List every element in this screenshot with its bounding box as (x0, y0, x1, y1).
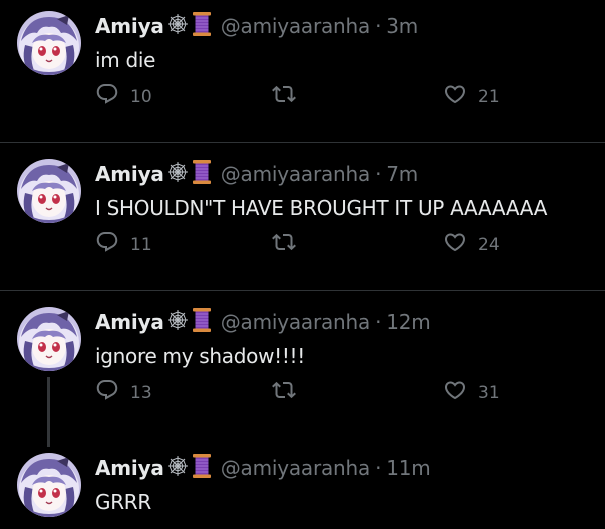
retweet-icon (272, 378, 296, 407)
thread-spool-icon (192, 159, 212, 189)
reply-button[interactable]: 13 (95, 378, 152, 407)
like-button[interactable]: 24 (443, 230, 500, 259)
reply-icon (95, 230, 119, 259)
timestamp[interactable]: 7m (386, 162, 418, 186)
tweet-text: ignore my shadow!!!! (95, 344, 305, 368)
timestamp[interactable]: 12m (386, 310, 431, 334)
spider-web-icon (167, 455, 189, 481)
spider-web-icon (167, 309, 189, 335)
divider (0, 142, 605, 143)
tweet-header: Amiya @amiyaaranha · 7m (95, 160, 418, 188)
author-handle[interactable]: @amiyaaranha (221, 310, 371, 334)
reply-icon (95, 82, 119, 111)
author-name[interactable]: Amiya (95, 14, 164, 38)
tweet[interactable]: Amiya @amiyaaranha · 7m I SHOULDN"T HAVE… (0, 148, 605, 296)
reply-button[interactable]: 11 (95, 230, 152, 259)
reply-button[interactable]: 10 (95, 82, 152, 111)
retweet-icon (272, 82, 296, 111)
like-count: 31 (478, 382, 500, 403)
separator-dot: · (375, 310, 382, 334)
like-button[interactable]: 21 (443, 82, 500, 111)
tweet-header: Amiya @amiyaaranha · 12m (95, 308, 431, 336)
avatar[interactable] (17, 453, 81, 517)
separator-dot: · (375, 456, 382, 480)
retweet-button[interactable] (272, 82, 296, 111)
author-name[interactable]: Amiya (95, 162, 164, 186)
thread-connector-line (47, 377, 50, 447)
tweet-text: I SHOULDN"T HAVE BROUGHT IT UP AAAAAAA (95, 196, 548, 220)
thread-spool-icon (192, 307, 212, 337)
tweet[interactable]: Amiya @amiyaaranha · 3m im die 10 21 (0, 0, 605, 148)
separator-dot: · (375, 14, 382, 38)
like-count: 21 (478, 86, 500, 107)
reply-count: 13 (130, 382, 152, 403)
reply-icon (95, 378, 119, 407)
avatar[interactable] (17, 159, 81, 223)
thread-spool-icon (192, 11, 212, 41)
reply-count: 10 (130, 86, 152, 107)
heart-icon (443, 82, 467, 111)
divider (0, 290, 605, 291)
timestamp[interactable]: 3m (386, 14, 418, 38)
retweet-button[interactable] (272, 378, 296, 407)
separator-dot: · (375, 162, 382, 186)
like-button[interactable]: 31 (443, 378, 500, 407)
spider-web-icon (167, 13, 189, 39)
avatar[interactable] (17, 307, 81, 371)
tweet[interactable]: Amiya @amiyaaranha · 11m GRRR (0, 442, 605, 529)
thread-spool-icon (192, 453, 212, 483)
like-count: 24 (478, 234, 500, 255)
avatar[interactable] (17, 11, 81, 75)
author-handle[interactable]: @amiyaaranha (221, 162, 371, 186)
tweet-text: GRRR (95, 490, 151, 514)
retweet-button[interactable] (272, 230, 296, 259)
reply-count: 11 (130, 234, 152, 255)
tweet[interactable]: Amiya @amiyaaranha · 12m ignore my shado… (0, 296, 605, 444)
heart-icon (443, 378, 467, 407)
heart-icon (443, 230, 467, 259)
author-name[interactable]: Amiya (95, 310, 164, 334)
author-handle[interactable]: @amiyaaranha (221, 14, 371, 38)
tweet-header: Amiya @amiyaaranha · 11m (95, 454, 431, 482)
author-name[interactable]: Amiya (95, 456, 164, 480)
retweet-icon (272, 230, 296, 259)
tweet-header: Amiya @amiyaaranha · 3m (95, 12, 418, 40)
author-handle[interactable]: @amiyaaranha (221, 456, 371, 480)
spider-web-icon (167, 161, 189, 187)
timestamp[interactable]: 11m (386, 456, 431, 480)
tweet-text: im die (95, 48, 156, 72)
